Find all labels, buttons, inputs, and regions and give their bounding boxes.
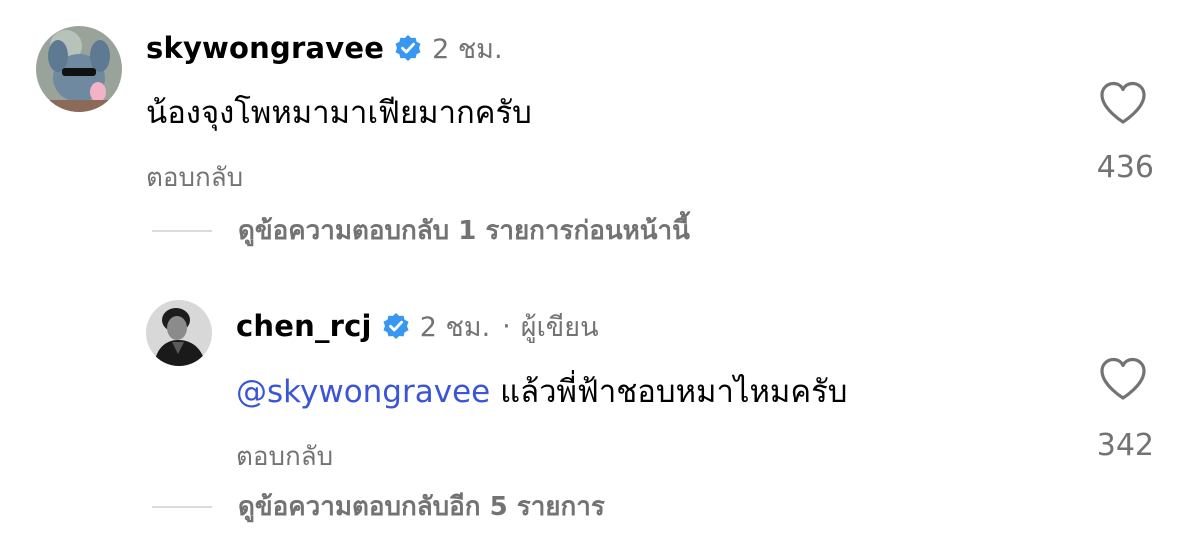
comment-header: chen_rcj 2 ชม. · ผู้เขียน — [236, 306, 599, 346]
view-replies-label: ดูข้อความตอบกลับ 1 รายการก่อนหน้านี้ — [238, 216, 690, 246]
like-count: 342 — [1096, 428, 1154, 463]
comment-text: @skywongravee แล้วพี่ฟ้าชอบหมาไหมครับ — [236, 366, 847, 416]
comment-text: น้องจุงโพหมามาเฟียมากครับ — [146, 95, 532, 131]
heart-outline-icon[interactable] — [1098, 80, 1148, 126]
avatar[interactable] — [146, 300, 212, 366]
timestamp: 2 ชม. — [419, 311, 491, 343]
comment-header: skywongravee 2 ชม. — [146, 28, 503, 68]
username[interactable]: chen_rcj — [236, 309, 372, 343]
view-replies-label: ดูข้อความตอบกลับอีก 5 รายการ — [238, 492, 605, 522]
verified-badge-icon — [394, 34, 422, 62]
comment-text-body: แล้วพี่ฟ้าชอบหมาไหมครับ — [500, 374, 848, 410]
heart-outline-icon[interactable] — [1098, 356, 1148, 402]
verified-badge-icon — [382, 312, 410, 340]
username[interactable]: skywongravee — [146, 31, 384, 65]
reply-button[interactable]: ตอบกลับ — [146, 157, 243, 198]
author-label: ผู้เขียน — [520, 311, 599, 343]
divider-line — [152, 229, 212, 232]
separator-dot: · — [502, 310, 511, 342]
reply-button[interactable]: ตอบกลับ — [236, 436, 333, 477]
view-replies-button[interactable]: ดูข้อความตอบกลับอีก 5 รายการ — [152, 486, 605, 527]
avatar[interactable] — [36, 26, 122, 112]
view-replies-button[interactable]: ดูข้อความตอบกลับ 1 รายการก่อนหน้านี้ — [152, 210, 690, 251]
like-count: 436 — [1096, 150, 1154, 185]
divider-line — [152, 505, 212, 508]
timestamp: 2 ชม. — [432, 33, 503, 65]
mention-link[interactable]: @skywongravee — [236, 374, 490, 410]
